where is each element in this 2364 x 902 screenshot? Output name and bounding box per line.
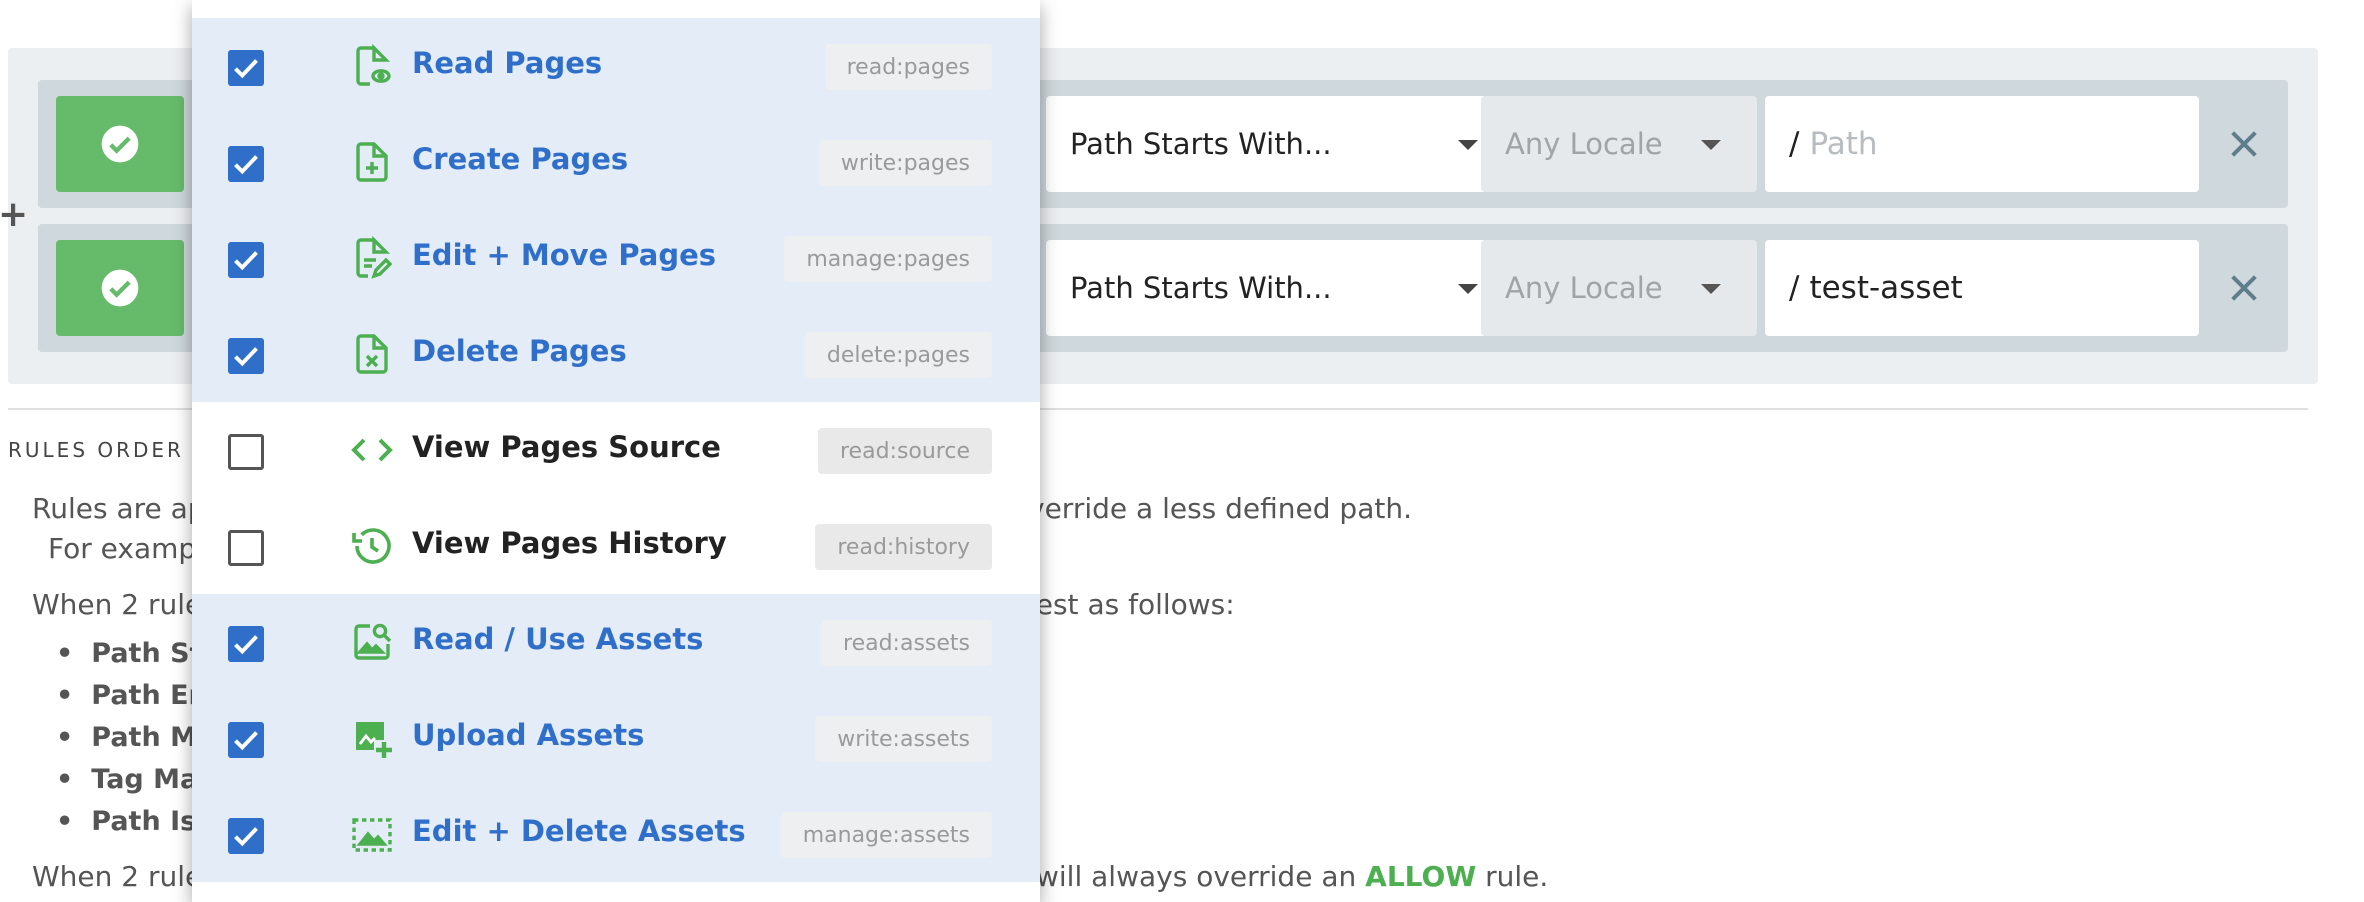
paragraph-text: Rules are ap [32,492,206,525]
scope-chip: write:pages [818,140,992,186]
close-icon [2231,275,2257,301]
chevron-down-icon [1458,284,1478,294]
paragraph-text: When 2 rules [32,588,217,621]
locale-select[interactable]: Any Locale [1481,96,1757,192]
check-circle-icon [101,269,139,307]
scope-chip: read:pages [824,44,992,90]
page-root: + Path Starts With... Any Locale / Path … [0,0,2364,902]
checkbox-checked[interactable] [228,626,264,662]
paragraph-text: nest as follows: [1018,588,1235,621]
path-prefix: / [1789,126,1800,162]
scope-chip: manage:assets [780,812,992,858]
check-icon [234,635,258,655]
remove-rule-button[interactable] [2214,114,2274,174]
menu-item-label: Read Pages [412,46,603,80]
menu-item-label: Edit + Delete Assets [412,814,746,848]
menu-item-label: View Pages History [412,526,727,560]
checkbox-checked[interactable] [228,242,264,278]
path-value: test-asset [1809,270,1963,306]
check-icon [234,827,258,847]
menu-item-delete-pages[interactable]: Delete Pages delete:pages [192,306,1040,402]
checkbox-checked[interactable] [228,50,264,86]
locale-value: Any Locale [1505,271,1663,305]
scope-chip: read:source [817,428,992,474]
menu-item-label: Read / Use Assets [412,622,704,656]
file-eye-icon [356,43,391,86]
menu-item-edit-move-pages[interactable]: Edit + Move Pages manage:pages [192,210,1040,306]
chevron-down-icon [1458,140,1478,150]
scope-chip: write:assets [815,716,992,762]
menu-item-label: Edit + Move Pages [412,238,717,272]
checkbox-checked[interactable] [228,146,264,182]
check-icon [234,155,258,175]
file-delete-icon [356,334,388,374]
paragraph-text: will always override an [1036,860,1357,893]
checkbox-checked[interactable] [228,338,264,374]
allow-toggle-button[interactable] [56,240,184,336]
scope-chip: manage:pages [784,236,992,282]
paragraph-text: When 2 rules [32,860,217,893]
match-type-value: Path Starts With... [1070,127,1332,161]
paragraph-text: rule. [1485,860,1549,893]
scope-chip: delete:pages [804,332,992,378]
path-input[interactable]: / test-asset [1765,240,2199,336]
image-search-icon [354,623,392,660]
plus-icon[interactable]: + [0,194,28,235]
path-input[interactable]: / Path [1765,96,2199,192]
file-plus-icon [356,142,388,182]
paragraph-text: will always override an ALLOW rule. [1036,860,1548,893]
remove-rule-button[interactable] [2214,258,2274,318]
menu-item-edit-delete-assets[interactable]: Edit + Delete Assets manage:assets [192,786,1040,882]
allow-toggle-button[interactable] [56,96,184,192]
check-icon [234,731,258,751]
check-icon [234,251,258,271]
menu-item-create-pages[interactable]: Create Pages write:pages [192,114,1040,210]
menu-item-view-pages-source[interactable]: View Pages Source read:source [192,402,1040,498]
image-plus-icon [356,722,392,758]
menu-item-upload-assets[interactable]: Upload Assets write:assets [192,690,1040,786]
chevron-down-icon [1701,140,1721,150]
code-icon [351,438,393,462]
section-title: RULES ORDER [8,438,184,462]
menu-item-view-pages-history[interactable]: View Pages History read:history [192,498,1040,594]
match-type-value: Path Starts With... [1070,271,1332,305]
check-icon [234,347,258,367]
scope-chip: read:assets [821,620,992,666]
scope-chip: read:history [815,524,992,570]
checkbox-unchecked[interactable] [228,434,264,470]
permissions-menu: Read Pages read:pages Create Pages write… [192,0,1040,902]
locale-select[interactable]: Any Locale [1481,240,1757,336]
chevron-down-icon [1701,284,1721,294]
menu-item-read-use-assets[interactable]: Read / Use Assets read:assets [192,594,1040,690]
menu-item-read-pages[interactable]: Read Pages read:pages [192,18,1040,114]
match-type-select[interactable]: Path Starts With... [1046,240,1518,336]
check-icon [234,59,258,79]
match-type-select[interactable]: Path Starts With... [1046,96,1518,192]
file-edit-icon [356,235,393,279]
paragraph-text: verride a less defined path. [1028,492,1412,525]
allow-keyword: ALLOW [1365,860,1477,893]
history-icon [352,528,391,564]
path-prefix: / [1789,270,1800,306]
checkbox-checked[interactable] [228,722,264,758]
checkbox-checked[interactable] [228,818,264,854]
checkbox-unchecked[interactable] [228,530,264,566]
menu-item-label: Create Pages [412,142,629,176]
check-circle-icon [101,125,139,163]
path-placeholder: Path [1809,126,1878,162]
menu-item-label: Upload Assets [412,718,645,752]
menu-item-label: Delete Pages [412,334,627,368]
image-edit-icon [352,818,392,852]
locale-value: Any Locale [1505,127,1663,161]
paragraph-text: For exampl [48,532,204,565]
close-icon [2231,131,2257,157]
menu-item-label: View Pages Source [412,430,721,464]
